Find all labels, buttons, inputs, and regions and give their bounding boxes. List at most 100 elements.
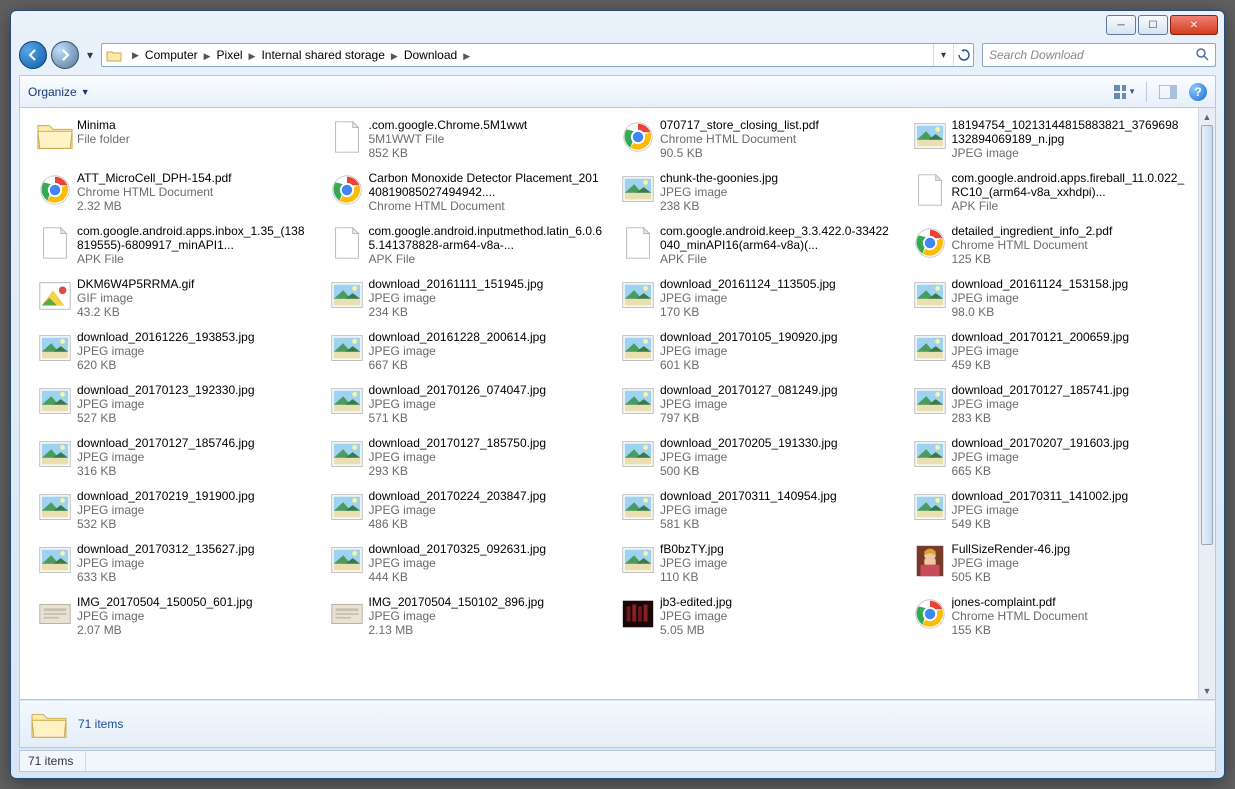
- file-item[interactable]: Carbon Monoxide Detector Placement_20140…: [322, 167, 606, 216]
- file-item[interactable]: download_20170126_074047.jpgJPEG image57…: [322, 379, 606, 428]
- file-name: download_20170127_185741.jpg: [952, 383, 1186, 397]
- file-name: com.google.android.keep_3.3.422.0-334220…: [660, 224, 894, 252]
- forward-button[interactable]: [51, 41, 79, 69]
- file-name: 070717_store_closing_list.pdf: [660, 118, 894, 132]
- breadcrumb: Computer▶Pixel▶Internal shared storage▶D…: [143, 48, 474, 62]
- file-type: JPEG image: [369, 609, 603, 623]
- maximize-button[interactable]: ☐: [1138, 15, 1168, 35]
- file-item[interactable]: download_20170207_191603.jpgJPEG image66…: [905, 432, 1189, 481]
- blank-icon: [325, 223, 369, 263]
- chevron-right-icon[interactable]: ▶: [128, 50, 143, 61]
- file-item[interactable]: com.google.android.inputmethod.latin_6.0…: [322, 220, 606, 269]
- details-text: 71 items: [78, 717, 123, 731]
- file-item[interactable]: download_20170311_140954.jpgJPEG image58…: [613, 485, 897, 534]
- file-item[interactable]: 070717_store_closing_list.pdfChrome HTML…: [613, 114, 897, 163]
- organize-menu[interactable]: Organize ▼: [28, 85, 90, 99]
- file-item[interactable]: chunk-the-goonies.jpgJPEG image238 KB: [613, 167, 897, 216]
- file-item[interactable]: download_20170127_185741.jpgJPEG image28…: [905, 379, 1189, 428]
- help-button[interactable]: ?: [1189, 83, 1207, 101]
- file-item[interactable]: com.google.android.apps.fireball_11.0.02…: [905, 167, 1189, 216]
- file-item[interactable]: com.google.android.apps.inbox_1.35_(1388…: [30, 220, 314, 269]
- file-type: JPEG image: [660, 185, 894, 199]
- view-options-button[interactable]: ▼: [1114, 82, 1136, 102]
- file-item[interactable]: jones-complaint.pdfChrome HTML Document1…: [905, 591, 1189, 640]
- file-item[interactable]: MinimaFile folder: [30, 114, 314, 163]
- history-dropdown[interactable]: ▾: [83, 45, 97, 65]
- file-size: 283 KB: [952, 411, 1186, 425]
- file-type: File folder: [77, 132, 311, 146]
- breadcrumb-segment[interactable]: Computer: [143, 48, 200, 62]
- file-item[interactable]: ATT_MicroCell_DPH-154.pdfChrome HTML Doc…: [30, 167, 314, 216]
- file-item[interactable]: download_20161228_200614.jpgJPEG image66…: [322, 326, 606, 375]
- scroll-down-button[interactable]: ▼: [1199, 682, 1215, 699]
- file-item[interactable]: download_20170311_141002.jpgJPEG image54…: [905, 485, 1189, 534]
- image-icon: [908, 488, 952, 528]
- file-item[interactable]: download_20170205_191330.jpgJPEG image50…: [613, 432, 897, 481]
- chevron-right-icon[interactable]: ▶: [200, 51, 215, 61]
- file-item[interactable]: FullSizeRender-46.jpgJPEG image505 KB: [905, 538, 1189, 587]
- file-name: FullSizeRender-46.jpg: [952, 542, 1186, 556]
- file-item[interactable]: download_20170127_185746.jpgJPEG image31…: [30, 432, 314, 481]
- file-size: 5.05 MB: [660, 623, 894, 637]
- refresh-button[interactable]: [953, 44, 973, 66]
- file-item[interactable]: download_20170127_185750.jpgJPEG image29…: [322, 432, 606, 481]
- file-item[interactable]: download_20170105_190920.jpgJPEG image60…: [613, 326, 897, 375]
- chevron-right-icon[interactable]: ▶: [459, 51, 474, 61]
- vertical-scrollbar[interactable]: ▲ ▼: [1198, 108, 1215, 699]
- file-item[interactable]: download_20170123_192330.jpgJPEG image52…: [30, 379, 314, 428]
- close-button[interactable]: ✕: [1170, 15, 1218, 35]
- chevron-right-icon[interactable]: ▶: [245, 51, 260, 61]
- file-item[interactable]: download_20161124_153158.jpgJPEG image98…: [905, 273, 1189, 322]
- file-type: JPEG image: [952, 146, 1186, 160]
- minimize-button[interactable]: ─: [1106, 15, 1136, 35]
- file-item[interactable]: DKM6W4P5RRMA.gifGIF image43.2 KB: [30, 273, 314, 322]
- image-icon: [616, 329, 660, 369]
- file-name: download_20170219_191900.jpg: [77, 489, 311, 503]
- file-list[interactable]: MinimaFile folder.com.google.Chrome.5M1w…: [20, 108, 1198, 699]
- search-input[interactable]: Search Download: [982, 43, 1216, 67]
- file-size: 527 KB: [77, 411, 311, 425]
- file-item[interactable]: fB0bzTY.jpgJPEG image110 KB: [613, 538, 897, 587]
- image-icon: [325, 329, 369, 369]
- preview-pane-button[interactable]: [1157, 82, 1179, 102]
- file-item[interactable]: download_20170121_200659.jpgJPEG image45…: [905, 326, 1189, 375]
- file-item[interactable]: IMG_20170504_150050_601.jpgJPEG image2.0…: [30, 591, 314, 640]
- blank-icon: [908, 170, 952, 210]
- address-bar[interactable]: ▶ Computer▶Pixel▶Internal shared storage…: [101, 43, 974, 67]
- scroll-thumb[interactable]: [1201, 125, 1213, 545]
- file-item[interactable]: download_20161124_113505.jpgJPEG image17…: [613, 273, 897, 322]
- file-name: DKM6W4P5RRMA.gif: [77, 277, 311, 291]
- file-item[interactable]: download_20161111_151945.jpgJPEG image23…: [322, 273, 606, 322]
- breadcrumb-segment[interactable]: Pixel: [215, 48, 245, 62]
- file-item[interactable]: com.google.android.keep_3.3.422.0-334220…: [613, 220, 897, 269]
- address-dropdown[interactable]: ▾: [933, 44, 953, 66]
- file-item[interactable]: IMG_20170504_150102_896.jpgJPEG image2.1…: [322, 591, 606, 640]
- file-name: jb3-edited.jpg: [660, 595, 894, 609]
- file-size: 505 KB: [952, 570, 1186, 584]
- file-item[interactable]: download_20170219_191900.jpgJPEG image53…: [30, 485, 314, 534]
- file-type: JPEG image: [369, 503, 603, 517]
- breadcrumb-segment[interactable]: Internal shared storage: [259, 48, 386, 62]
- image-icon: [325, 382, 369, 422]
- file-type: JPEG image: [369, 556, 603, 570]
- file-item[interactable]: download_20170224_203847.jpgJPEG image48…: [322, 485, 606, 534]
- file-item[interactable]: detailed_ingredient_info_2.pdfChrome HTM…: [905, 220, 1189, 269]
- chevron-right-icon[interactable]: ▶: [387, 51, 402, 61]
- file-type: GIF image: [77, 291, 311, 305]
- file-item[interactable]: jb3-edited.jpgJPEG image5.05 MB: [613, 591, 897, 640]
- file-item[interactable]: download_20161226_193853.jpgJPEG image62…: [30, 326, 314, 375]
- file-type: JPEG image: [660, 609, 894, 623]
- blank-icon: [325, 117, 369, 157]
- file-item[interactable]: download_20170325_092631.jpgJPEG image44…: [322, 538, 606, 587]
- file-item[interactable]: download_20170312_135627.jpgJPEG image63…: [30, 538, 314, 587]
- nav-row: ▾ ▶ Computer▶Pixel▶Internal shared stora…: [19, 39, 1216, 71]
- file-type: JPEG image: [77, 503, 311, 517]
- file-item[interactable]: 18194754_10213144815883821_3769698132894…: [905, 114, 1189, 163]
- file-item[interactable]: .com.google.Chrome.5M1wwt5M1WWT File852 …: [322, 114, 606, 163]
- photo1-icon: [908, 541, 952, 581]
- scroll-up-button[interactable]: ▲: [1199, 108, 1215, 125]
- back-button[interactable]: [19, 41, 47, 69]
- file-name: 18194754_10213144815883821_3769698132894…: [952, 118, 1186, 146]
- breadcrumb-segment[interactable]: Download: [402, 48, 459, 62]
- file-item[interactable]: download_20170127_081249.jpgJPEG image79…: [613, 379, 897, 428]
